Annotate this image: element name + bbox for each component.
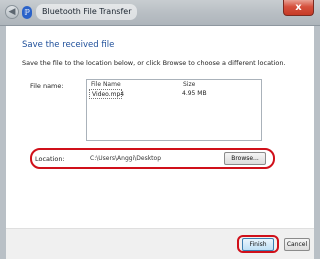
window-frame-left (0, 26, 6, 259)
bluetooth-icon: ℙ (22, 6, 32, 19)
instructions-text: Save the file to the location below, or … (22, 59, 286, 67)
file-row-name[interactable]: Video.mp4 (89, 89, 124, 99)
page-heading: Save the received file (22, 40, 115, 50)
finish-button[interactable]: Finish (242, 238, 274, 251)
column-header-size[interactable]: Size (183, 81, 195, 88)
window-frame-right (314, 26, 320, 259)
window-title: Bluetooth File Transfer (36, 4, 138, 20)
column-header-file-name[interactable]: File Name (91, 81, 121, 88)
browse-button[interactable]: Browse... (224, 152, 266, 165)
close-button[interactable]: x (283, 0, 314, 16)
file-name-label: File name: (30, 82, 64, 90)
back-arrow-icon[interactable]: ◀ (5, 5, 19, 19)
file-row-size: 4.95 MB (182, 90, 207, 97)
location-path: C:\Users\Anggi\Desktop (90, 155, 162, 162)
cancel-button[interactable]: Cancel (284, 238, 310, 251)
location-label: Location: (35, 155, 65, 163)
